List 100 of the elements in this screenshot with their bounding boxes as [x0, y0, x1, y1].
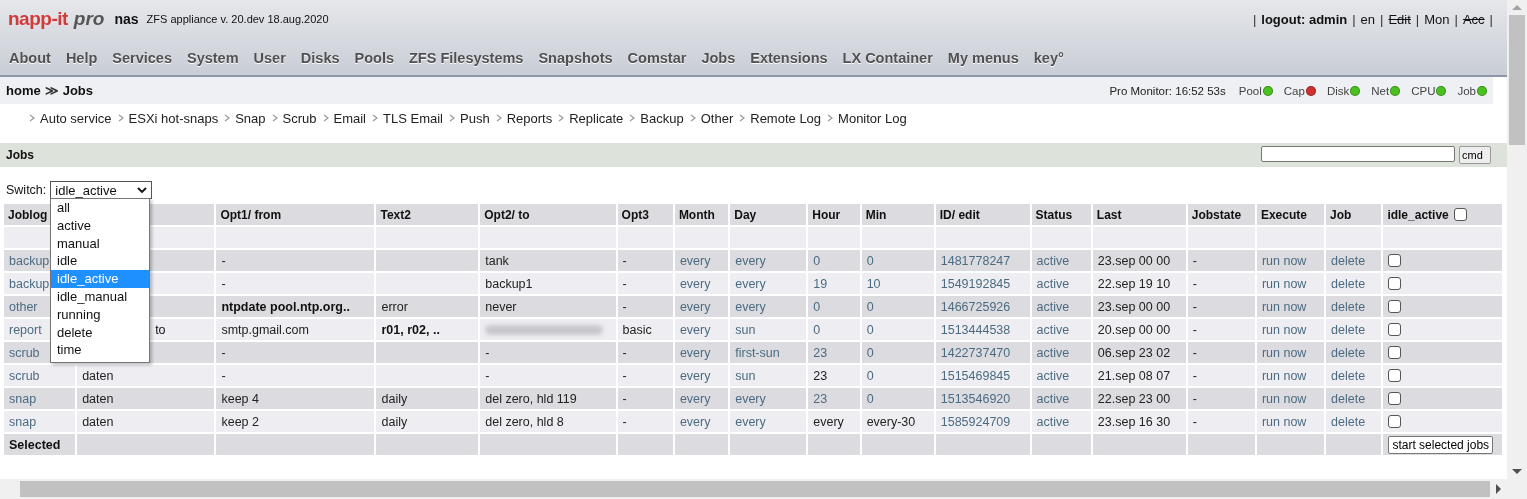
submenu-link[interactable]: Backup — [640, 110, 684, 126]
horizontal-scrollbar[interactable] — [0, 479, 1507, 499]
table-link[interactable]: 0 — [861, 342, 934, 363]
command-field[interactable] — [1261, 146, 1455, 162]
vertical-scrollbar[interactable] — [1507, 0, 1527, 479]
indicator-label[interactable]: CPU — [1411, 84, 1436, 97]
indicator-label[interactable]: Cap — [1283, 84, 1305, 97]
table-link[interactable]: 1513546920 — [935, 388, 1030, 409]
submenu-link[interactable]: Push — [460, 110, 490, 126]
table-link[interactable]: 1466725926 — [935, 296, 1030, 317]
table-link[interactable]: run now — [1256, 319, 1325, 340]
table-link[interactable]: every — [674, 296, 729, 317]
table-link[interactable]: active — [1031, 273, 1091, 294]
indicator-label[interactable]: Net — [1371, 84, 1390, 97]
table-link[interactable]: every — [730, 388, 807, 409]
table-link[interactable]: 1481778247 — [935, 250, 1030, 271]
table-link[interactable]: first-sun — [730, 342, 807, 363]
table-link[interactable]: active — [1031, 342, 1091, 363]
submenu-link[interactable]: Replicate — [569, 110, 624, 126]
checkbox[interactable] — [1388, 346, 1402, 359]
table-link[interactable]: every — [674, 273, 729, 294]
dropdown-option[interactable]: idle_active — [51, 270, 149, 288]
table-link[interactable]: run now — [1256, 365, 1325, 386]
user-link[interactable]: en — [1357, 11, 1379, 27]
submenu-link[interactable]: ESXi hot-snaps — [128, 110, 219, 126]
menu-item[interactable]: key° — [1026, 48, 1072, 66]
submenu-link[interactable]: Reports — [506, 110, 553, 126]
table-link[interactable]: 0 — [861, 296, 934, 317]
table-link[interactable]: every — [674, 388, 729, 409]
table-link[interactable]: every — [674, 365, 729, 386]
table-link[interactable]: every — [674, 342, 729, 363]
table-link[interactable]: delete — [1326, 250, 1382, 271]
user-link[interactable]: logout: admin — [1258, 11, 1351, 27]
menu-item[interactable]: Jobs — [694, 48, 744, 66]
submenu-link[interactable]: Email — [333, 110, 366, 126]
submenu-link[interactable]: Other — [700, 110, 734, 126]
checkbox[interactable] — [1388, 369, 1402, 382]
menu-item[interactable]: Snapshots — [531, 48, 621, 66]
submenu-link[interactable]: Remote Log — [750, 110, 822, 126]
menu-item[interactable]: Help — [58, 48, 106, 66]
checkbox[interactable] — [1453, 208, 1467, 221]
table-link[interactable]: active — [1031, 319, 1091, 340]
table-link[interactable]: 19 — [808, 273, 860, 294]
table-link[interactable]: run now — [1256, 342, 1325, 363]
table-link[interactable]: delete — [1326, 296, 1382, 317]
table-link[interactable]: active — [1031, 296, 1091, 317]
table-link[interactable]: scrub — [4, 365, 76, 386]
table-link[interactable]: run now — [1256, 296, 1325, 317]
checkbox[interactable] — [1388, 323, 1402, 336]
indicator-label[interactable]: Disk — [1326, 84, 1350, 97]
table-link[interactable]: sun — [730, 319, 807, 340]
table-link[interactable]: 0 — [808, 296, 860, 317]
submenu-link[interactable]: Auto service — [40, 110, 112, 126]
table-link[interactable]: 1513444538 — [935, 319, 1030, 340]
menu-item[interactable]: ZFS Filesystems — [402, 48, 532, 66]
dropdown-option[interactable]: manual — [51, 234, 149, 253]
table-link[interactable]: delete — [1326, 273, 1382, 294]
menu-item[interactable]: My menus — [940, 48, 1027, 66]
table-link[interactable]: delete — [1326, 388, 1382, 409]
user-link[interactable]: Mon — [1421, 11, 1453, 27]
table-link[interactable]: delete — [1326, 365, 1382, 386]
menu-item[interactable]: Pools — [347, 48, 402, 66]
submenu-link[interactable]: Scrub — [282, 110, 317, 126]
table-link[interactable]: snap — [4, 388, 76, 409]
table-link[interactable]: 1585924709 — [935, 411, 1030, 432]
table-link[interactable]: active — [1031, 411, 1091, 432]
table-link[interactable]: 10 — [861, 273, 934, 294]
table-link[interactable]: run now — [1256, 250, 1325, 271]
menu-item[interactable]: User — [246, 48, 294, 66]
table-link[interactable]: run now — [1256, 388, 1325, 409]
submenu-link[interactable]: Monitor Log — [838, 110, 907, 126]
breadcrumb-link[interactable]: Jobs — [62, 83, 93, 98]
submenu-link[interactable]: Snap — [235, 110, 266, 126]
cmd-button[interactable]: cmd — [1459, 146, 1491, 164]
table-link[interactable]: active — [1031, 250, 1091, 271]
table-link[interactable]: every — [674, 250, 729, 271]
table-link[interactable]: every — [674, 319, 729, 340]
breadcrumb-link[interactable]: home — [6, 83, 41, 98]
table-link[interactable]: 1549192845 — [935, 273, 1030, 294]
table-link[interactable]: delete — [1326, 342, 1382, 363]
table-link[interactable]: every — [674, 411, 729, 432]
table-link[interactable]: 0 — [808, 319, 860, 340]
checkbox[interactable] — [1388, 277, 1402, 290]
menu-item[interactable]: Services — [105, 48, 180, 66]
table-link[interactable]: snap — [4, 411, 76, 432]
table-link[interactable]: active — [1031, 388, 1091, 409]
submenu-link[interactable]: TLS Email — [383, 110, 443, 126]
table-link[interactable]: every — [730, 273, 807, 294]
checkbox[interactable] — [1388, 300, 1402, 313]
table-link[interactable]: 1515469845 — [935, 365, 1030, 386]
indicator-label[interactable]: Job — [1457, 84, 1476, 97]
table-link[interactable]: sun — [730, 365, 807, 386]
table-link[interactable]: run now — [1256, 411, 1325, 432]
menu-item[interactable]: Comstar — [620, 48, 695, 66]
table-link[interactable]: 0 — [861, 365, 934, 386]
checkbox[interactable] — [1388, 392, 1402, 405]
table-link[interactable]: 1422737470 — [935, 342, 1030, 363]
table-link[interactable]: active — [1031, 365, 1091, 386]
table-link[interactable]: every — [730, 250, 807, 271]
menu-item[interactable]: LX Container — [835, 48, 941, 66]
